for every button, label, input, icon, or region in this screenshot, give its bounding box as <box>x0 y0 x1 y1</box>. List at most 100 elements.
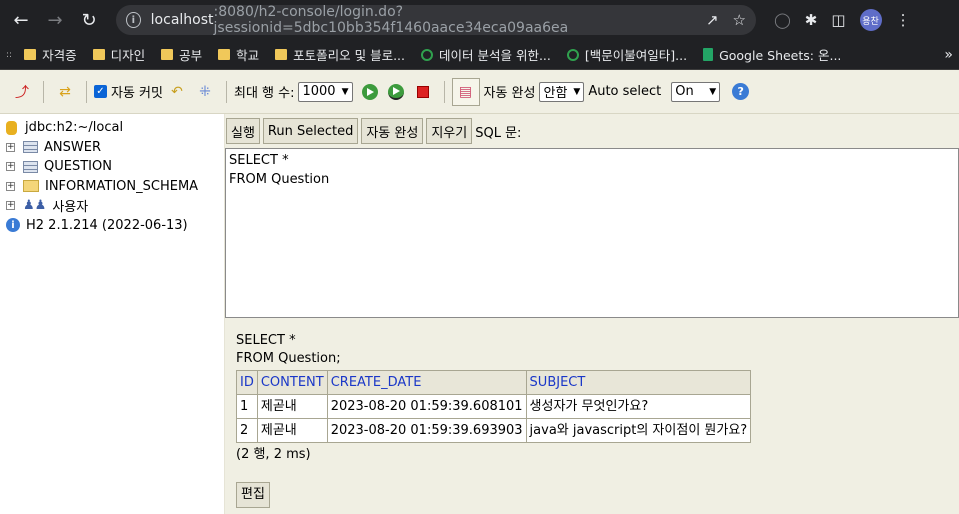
url-host: localhost <box>150 12 214 28</box>
info-icon: i <box>6 218 20 233</box>
h2-toolbar: ⤴ ⇄ ✓ 자동 커밋 ↶ ⁜ 최대 행 수: 1000 ▼ ▤ 자동 완성 안함… <box>0 70 959 114</box>
divider <box>43 80 44 103</box>
divider <box>443 80 445 103</box>
bookmark-link[interactable]: Google Sheets: 온... <box>703 45 841 64</box>
table-cell: 2023-08-20 01:59:39.608101 <box>326 394 527 419</box>
folder-icon <box>218 49 231 60</box>
query-toolbar: 실행 Run Selected 자동 완성 지우기 SQL 문: <box>225 118 959 144</box>
schema-tree: jdbc:h2:~/local + ANSWER + QUESTION + IN… <box>0 114 225 514</box>
expand-icon[interactable]: + <box>6 142 15 152</box>
table-header-row: ID CONTENT CREATE_DATE SUBJECT <box>236 370 752 395</box>
autocomplete-button[interactable]: 자동 완성 <box>361 118 424 144</box>
run-button[interactable]: 실행 <box>226 118 260 144</box>
autoselect-select[interactable]: On ▼ <box>671 81 721 102</box>
bookmark-link[interactable]: [백문이불여일타]... <box>566 45 687 64</box>
table-cell: 2 <box>236 418 258 443</box>
column-header[interactable]: SUBJECT <box>525 370 752 395</box>
result-table: ID CONTENT CREATE_DATE SUBJECT 1 제곧내 202… <box>236 370 752 443</box>
apps-icon[interactable]: :: <box>6 50 12 60</box>
bookmark-folder[interactable]: 공부 <box>161 45 202 64</box>
table-icon <box>23 160 38 173</box>
bookmark-star-icon[interactable]: ☆ <box>733 11 746 29</box>
chevron-down-icon: ▼ <box>573 86 581 97</box>
folder-icon <box>23 180 39 193</box>
bookmark-folder[interactable]: 자격증 <box>24 45 77 64</box>
table-cell: 1 <box>236 394 258 419</box>
sheets-icon <box>703 48 714 61</box>
sidepanel-icon[interactable]: ◫ <box>831 11 845 29</box>
reload-button[interactable]: ↻ <box>76 7 102 33</box>
browser-toolbar: ← → ↻ i localhost:8080/h2-console/login.… <box>0 0 959 40</box>
tree-version: i H2 2.1.214 (2022-06-13) <box>6 216 218 236</box>
autocomplete-label: 자동 완성 <box>483 86 536 101</box>
table-icon <box>23 141 38 154</box>
maxrows-label: 최대 행 수: <box>233 86 295 101</box>
site-icon <box>421 48 434 61</box>
table-row: 2 제곧내 2023-08-20 01:59:39.693903 java와 j… <box>236 418 752 443</box>
folder-icon <box>161 49 174 60</box>
bookmark-link[interactable]: 데이터 분석을 위한... <box>421 45 551 64</box>
refresh-icon[interactable]: ⇄ <box>56 83 74 101</box>
result-summary: (2 행, 2 ms) <box>236 447 311 462</box>
bookmark-folder[interactable]: 학교 <box>218 45 259 64</box>
stop-icon[interactable] <box>416 85 429 98</box>
folder-icon <box>24 49 37 60</box>
menu-icon[interactable]: ⋮ <box>896 11 911 29</box>
chevron-down-icon: ▼ <box>709 86 717 97</box>
result-area: SELECT * FROM Question; ID CONTENT CREAT… <box>225 318 959 508</box>
column-header[interactable]: ID <box>236 370 258 395</box>
rollback-icon[interactable]: ↶ <box>168 83 186 101</box>
chevron-down-icon: ▼ <box>341 86 349 97</box>
tree-item-information-schema[interactable]: + INFORMATION_SCHEMA <box>6 177 218 197</box>
table-cell: 제곧내 <box>256 394 328 419</box>
site-info-icon[interactable]: i <box>126 12 141 28</box>
divider <box>225 80 227 103</box>
edit-button[interactable]: 편집 <box>236 482 270 508</box>
column-header[interactable]: CONTENT <box>256 370 328 395</box>
table-cell: java와 javascript의 자이점이 뭔가요? <box>525 418 752 443</box>
tree-item-users[interactable]: + ♟♟ 사용자 <box>6 196 218 216</box>
result-query-line: SELECT * <box>236 333 296 348</box>
expand-icon[interactable]: + <box>6 181 15 191</box>
sql-editor[interactable]: SELECT * FROM Question <box>225 148 959 318</box>
expand-icon[interactable]: + <box>6 201 15 211</box>
main-area: jdbc:h2:~/local + ANSWER + QUESTION + IN… <box>0 114 959 514</box>
folder-icon <box>275 49 288 60</box>
users-icon: ♟♟ <box>23 198 47 214</box>
extensions-icon[interactable]: ✱ <box>805 11 818 29</box>
url-path: :8080/h2-console/login.do?jsessionid=5db… <box>213 4 569 36</box>
table-cell: 생성자가 무엇인가요? <box>525 394 752 419</box>
site-icon <box>566 48 579 61</box>
run-icon[interactable] <box>361 83 378 100</box>
column-header[interactable]: CREATE_DATE <box>326 370 527 395</box>
more-bookmarks-icon[interactable]: » <box>944 47 953 63</box>
bookmark-folder[interactable]: 디자인 <box>92 45 145 64</box>
forward-button[interactable]: → <box>42 7 68 33</box>
history-button[interactable]: ▤ <box>451 77 480 106</box>
database-icon <box>6 120 17 135</box>
share-icon[interactable]: ↗ <box>706 11 719 29</box>
tree-item-question[interactable]: + QUESTION <box>6 157 218 177</box>
run-selected-button[interactable]: Run Selected <box>262 118 359 144</box>
profile-avatar[interactable]: 용찬 <box>859 9 882 31</box>
clear-button[interactable]: 지우기 <box>426 118 473 144</box>
address-bar[interactable]: i localhost:8080/h2-console/login.do?jse… <box>116 4 756 36</box>
table-row: 1 제곧내 2023-08-20 01:59:39.608101 생성자가 무엇… <box>236 394 752 419</box>
autocommit-checkbox[interactable]: ✓ <box>94 85 107 98</box>
tree-item-answer[interactable]: + ANSWER <box>6 138 218 158</box>
result-query-line: FROM Question; <box>236 351 341 366</box>
help-icon[interactable]: ? <box>732 83 750 100</box>
bookmarks-bar: :: 자격증 디자인 공부 학교 포토폴리오 및 블로... 데이터 분석을 위… <box>0 40 959 70</box>
autocommit-label: 자동 커밋 <box>111 86 163 101</box>
run-selected-icon[interactable] <box>387 83 404 100</box>
back-button[interactable]: ← <box>8 7 34 33</box>
expand-icon[interactable]: + <box>6 162 15 172</box>
commit-icon[interactable]: ⁜ <box>196 83 214 101</box>
table-cell: 제곧내 <box>256 418 328 443</box>
tree-connection[interactable]: jdbc:h2:~/local <box>6 118 218 138</box>
autocomplete-select[interactable]: 안함 ▼ <box>539 81 585 102</box>
disconnect-icon[interactable]: ⤴ <box>13 83 31 101</box>
bookmark-folder[interactable]: 포토폴리오 및 블로... <box>275 45 405 64</box>
maxrows-select[interactable]: 1000 ▼ <box>298 81 353 102</box>
table-cell: 2023-08-20 01:59:39.693903 <box>326 418 527 443</box>
